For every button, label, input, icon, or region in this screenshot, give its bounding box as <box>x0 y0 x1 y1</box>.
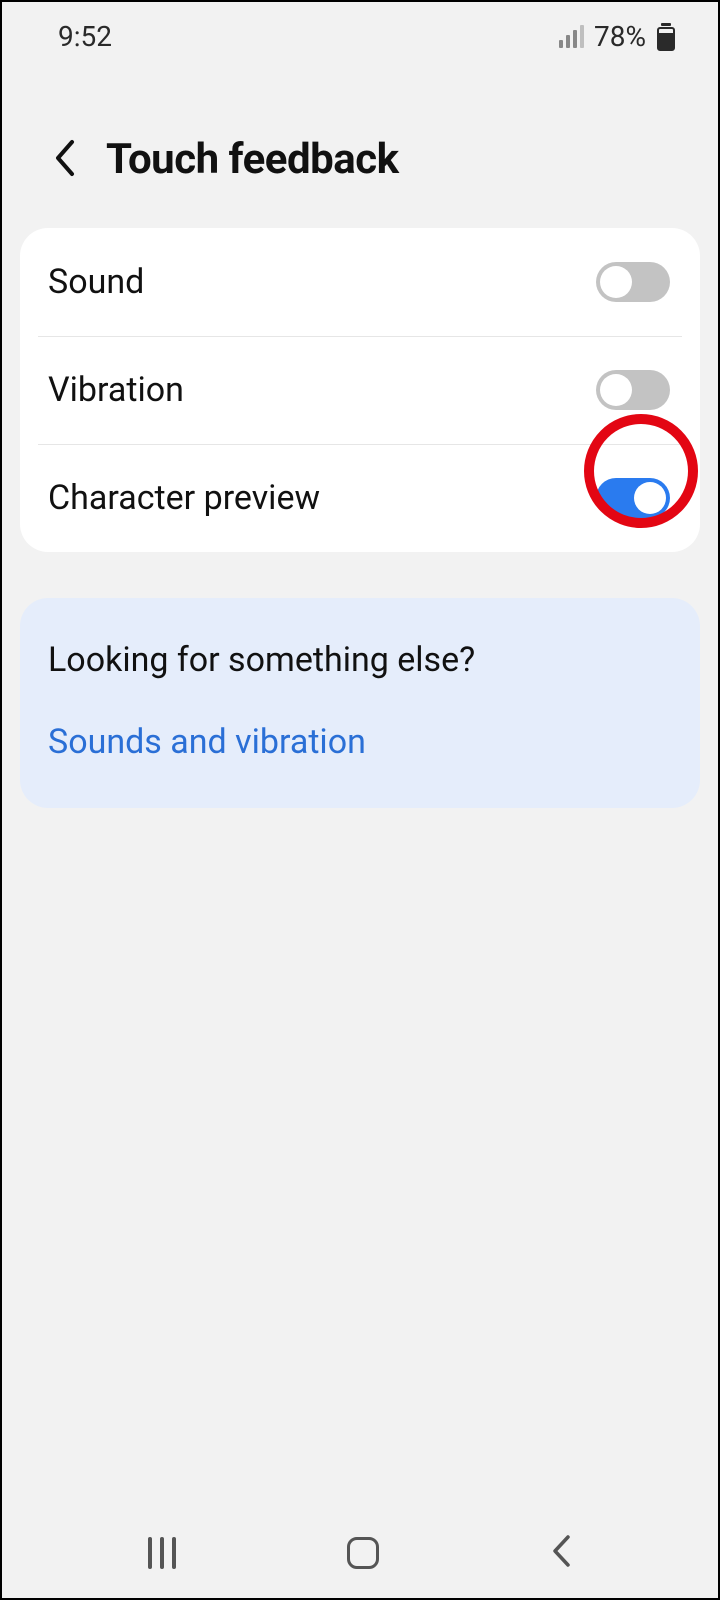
chevron-left-icon <box>50 138 78 178</box>
settings-card: Sound Vibration Character preview <box>20 228 700 552</box>
row-vibration-label: Vibration <box>48 370 184 410</box>
row-character-preview[interactable]: Character preview <box>20 444 700 552</box>
page-title: Touch feedback <box>106 135 399 184</box>
link-sounds-and-vibration[interactable]: Sounds and vibration <box>48 722 672 762</box>
related-title: Looking for something else? <box>48 640 672 680</box>
nav-home-button[interactable] <box>347 1537 379 1569</box>
row-vibration[interactable]: Vibration <box>20 336 700 444</box>
row-character-preview-label: Character preview <box>48 478 320 518</box>
nav-recents-button[interactable] <box>148 1537 176 1569</box>
toggle-sound[interactable] <box>596 262 670 302</box>
status-bar: 9:52 78% <box>2 2 718 53</box>
toggle-vibration[interactable] <box>596 370 670 410</box>
status-right: 78% <box>559 20 678 53</box>
related-card: Looking for something else? Sounds and v… <box>20 598 700 808</box>
status-time: 9:52 <box>58 20 112 53</box>
nav-back-button[interactable] <box>550 1534 572 1572</box>
signal-icon <box>559 25 584 48</box>
toggle-character-preview[interactable] <box>596 478 670 518</box>
row-sound-label: Sound <box>48 262 144 302</box>
chevron-left-icon <box>550 1534 572 1568</box>
navigation-bar <box>2 1534 718 1572</box>
battery-percent: 78% <box>594 20 646 53</box>
battery-icon <box>654 23 678 51</box>
back-button[interactable] <box>50 138 78 182</box>
row-sound[interactable]: Sound <box>20 228 700 336</box>
header: Touch feedback <box>2 53 718 228</box>
